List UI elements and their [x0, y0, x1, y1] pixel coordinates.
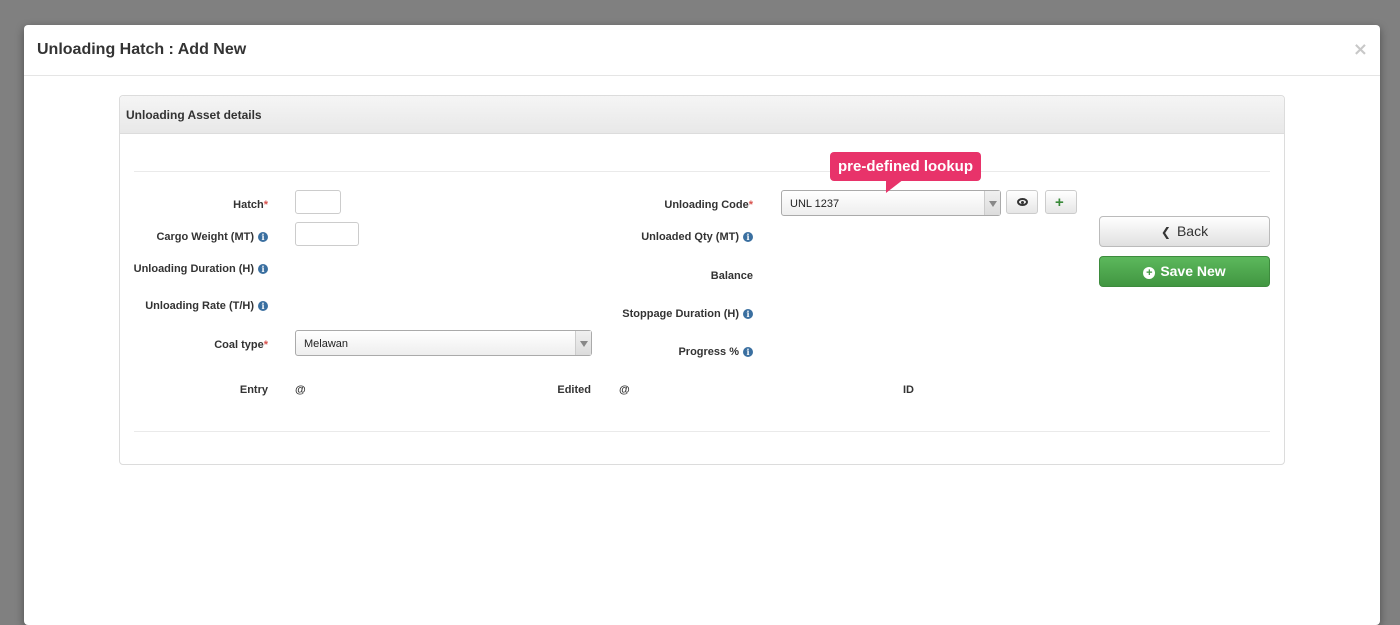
- balance-label: Balance: [710, 270, 753, 282]
- add-new-modal: Unloading Hatch : Add New × Unloading As…: [24, 25, 1380, 625]
- unloaded-qty-label: Unloaded Qty (MT) i: [641, 231, 753, 243]
- hatch-label: Hatch*: [233, 199, 268, 211]
- cargo-weight-label: Cargo Weight (MT) i: [156, 231, 268, 243]
- save-new-button-label: Save New: [1160, 263, 1226, 279]
- save-new-button[interactable]: + Save New: [1099, 256, 1270, 287]
- cargo-weight-input[interactable]: [295, 222, 359, 246]
- entry-label: Entry: [239, 384, 268, 396]
- divider: [134, 431, 1270, 432]
- coal-type-select[interactable]: Melawan: [295, 330, 592, 356]
- plus-circle-icon: +: [1143, 267, 1156, 279]
- view-lookup-button[interactable]: [1006, 190, 1038, 214]
- edited-label: Edited: [557, 384, 591, 396]
- info-icon: i: [258, 232, 268, 242]
- panel-heading: Unloading Asset details: [120, 96, 1284, 134]
- plus-icon: +: [1055, 194, 1064, 211]
- lookup-tooltip: pre-defined lookup: [830, 152, 981, 181]
- divider: [134, 171, 1270, 172]
- unloading-rate-label: Unloading Rate (T/H) i: [145, 300, 268, 312]
- back-button-label: Back: [1176, 223, 1209, 239]
- edited-value: @: [619, 384, 630, 396]
- info-icon: i: [743, 347, 753, 357]
- asset-details-panel: Unloading Asset details Hatch* Cargo Wei…: [119, 95, 1285, 465]
- back-button[interactable]: ❮ Back: [1099, 216, 1270, 247]
- unloading-code-select[interactable]: UNL 1237: [781, 190, 1001, 216]
- close-icon[interactable]: ×: [1353, 39, 1368, 60]
- modal-header: Unloading Hatch : Add New ×: [24, 25, 1380, 76]
- eye-icon: [1017, 198, 1028, 206]
- modal-title: Unloading Hatch : Add New: [37, 41, 247, 58]
- unloading-code-label: Unloading Code*: [664, 199, 753, 211]
- chevron-left-icon: ❮: [1160, 225, 1171, 239]
- info-icon: i: [258, 301, 268, 311]
- add-lookup-button[interactable]: +: [1045, 190, 1077, 214]
- coal-type-label: Coal type*: [214, 339, 268, 351]
- unloading-duration-label: Unloading Duration (H) i: [134, 263, 268, 275]
- progress-label: Progress % i: [678, 346, 753, 358]
- panel-title: Unloading Asset details: [126, 108, 262, 122]
- dropdown-arrow-icon[interactable]: [984, 191, 1000, 215]
- id-label: ID: [903, 384, 914, 396]
- coal-type-value: Melawan: [304, 338, 349, 350]
- info-icon: i: [743, 232, 753, 242]
- info-icon: i: [258, 264, 268, 274]
- info-icon: i: [743, 309, 753, 319]
- entry-value: @: [295, 384, 306, 396]
- hatch-input[interactable]: [295, 190, 341, 214]
- unloading-code-value: UNL 1237: [790, 198, 840, 210]
- stoppage-duration-label: Stoppage Duration (H) i: [622, 308, 753, 320]
- dropdown-arrow-icon[interactable]: [575, 331, 591, 355]
